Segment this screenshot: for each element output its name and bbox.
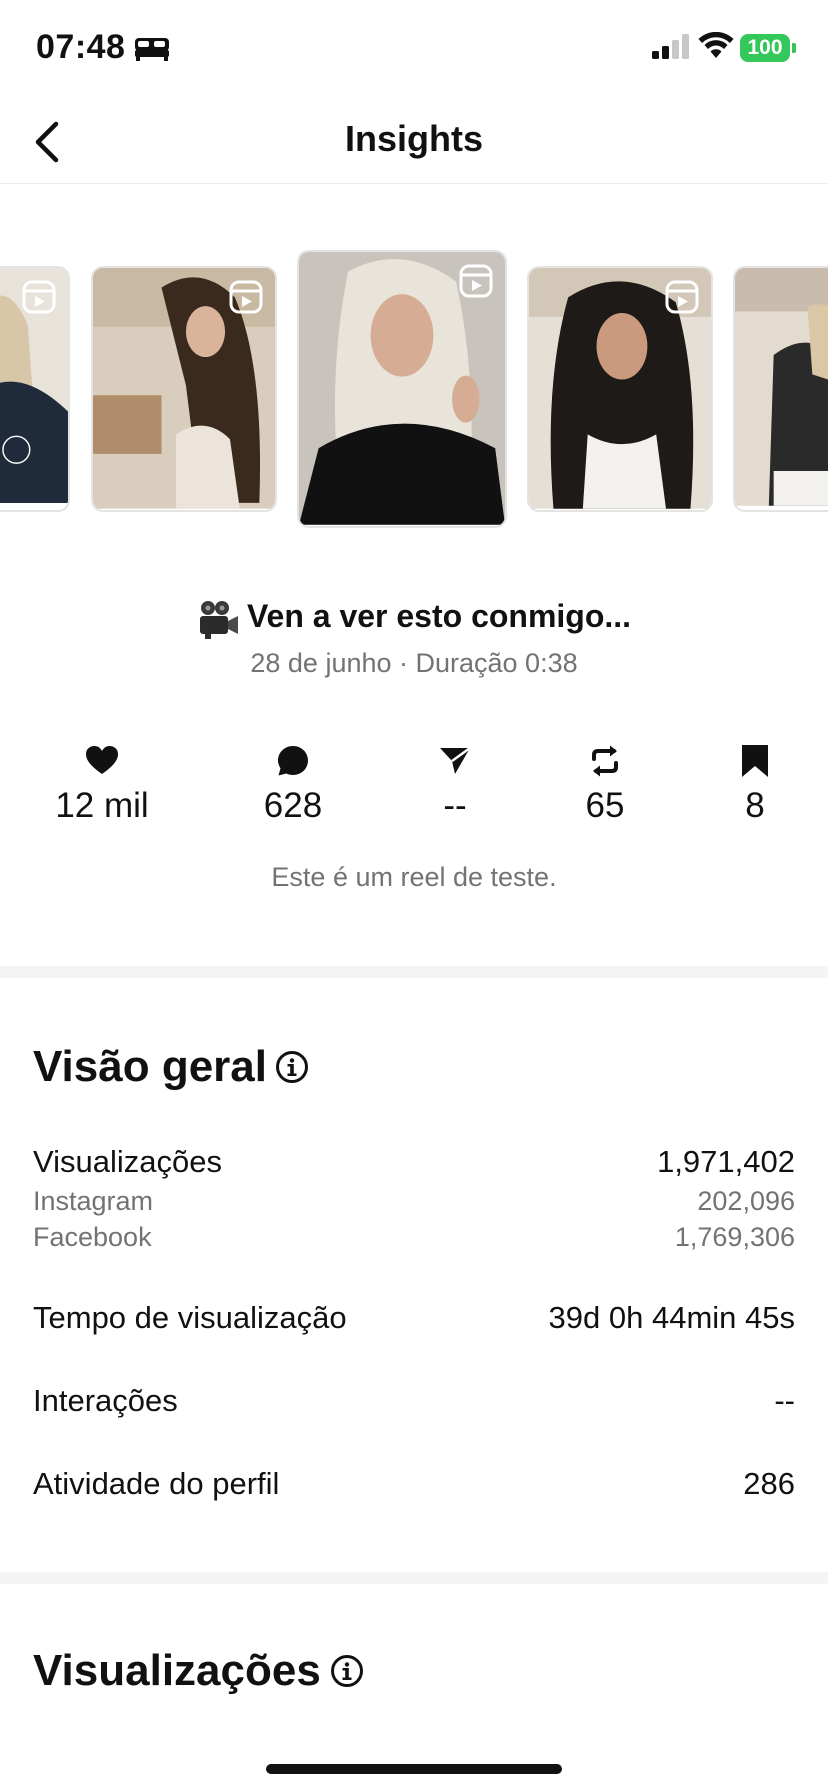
watch-time-value: 39d 0h 44min 45s bbox=[548, 1300, 795, 1335]
facebook-value: 1,769,306 bbox=[674, 1222, 795, 1252]
engagement-stats: 12 mil 628 -- 65 8 bbox=[0, 744, 828, 844]
reels-icon bbox=[229, 280, 263, 314]
reels-icon bbox=[22, 280, 56, 314]
battery-indicator: 100 bbox=[740, 34, 790, 62]
post-title-text: Ven a ver esto conmigo... bbox=[246, 598, 632, 634]
stat-likes: 12 mil bbox=[22, 744, 182, 826]
movie-camera-icon bbox=[199, 600, 238, 639]
reel-thumbnail[interactable] bbox=[733, 266, 828, 512]
instagram-label: Instagram bbox=[33, 1186, 154, 1216]
views-section-title: Visualizações bbox=[33, 1646, 321, 1695]
views-label: Visualizações bbox=[33, 1144, 222, 1179]
status-bar: 07:48 100 bbox=[0, 0, 828, 100]
cellular-signal-icon bbox=[652, 34, 689, 59]
instagram-value: 202,096 bbox=[697, 1186, 795, 1216]
bookmark-icon bbox=[742, 745, 768, 777]
section-divider bbox=[0, 966, 828, 978]
comments-count: 628 bbox=[263, 786, 323, 825]
heart-icon bbox=[86, 746, 118, 774]
info-icon[interactable] bbox=[275, 1050, 309, 1084]
stat-saves: 8 bbox=[675, 744, 828, 826]
saves-count: 8 bbox=[745, 786, 765, 825]
page-title: Insights bbox=[344, 118, 483, 159]
reposts-count: 65 bbox=[585, 786, 625, 825]
reel-thumbnail-selected[interactable] bbox=[297, 250, 507, 528]
profile-activity-value: 286 bbox=[743, 1466, 795, 1501]
reel-carousel[interactable] bbox=[0, 248, 828, 533]
interactions-label[interactable]: Interações bbox=[33, 1383, 178, 1419]
facebook-label: Facebook bbox=[33, 1222, 152, 1252]
stat-shares: -- bbox=[375, 744, 535, 826]
likes-count: 12 mil bbox=[55, 786, 149, 825]
section-divider bbox=[0, 1572, 828, 1584]
reels-icon bbox=[665, 280, 699, 314]
status-time: 07:48 bbox=[36, 28, 126, 66]
reels-icon bbox=[459, 264, 493, 298]
thumbnail-image bbox=[735, 268, 828, 506]
repost-icon bbox=[592, 745, 618, 777]
post-meta: 28 de junho · Duração 0:38 bbox=[250, 648, 578, 678]
shares-count: -- bbox=[443, 786, 467, 825]
watch-time-label: Tempo de visualização bbox=[33, 1300, 347, 1335]
navigation-bar: Insights bbox=[0, 100, 828, 184]
views-value: 1,971,402 bbox=[657, 1144, 795, 1179]
reel-thumbnail[interactable] bbox=[527, 266, 713, 512]
interactions-value: -- bbox=[774, 1383, 795, 1418]
stat-reposts: 65 bbox=[525, 744, 685, 826]
profile-activity-label[interactable]: Atividade do perfil bbox=[33, 1466, 279, 1502]
reel-thumbnail[interactable] bbox=[91, 266, 277, 512]
post-caption: Este é um reel de teste. bbox=[271, 862, 557, 892]
overview-title: Visão geral bbox=[33, 1042, 267, 1091]
comment-icon bbox=[278, 746, 308, 776]
home-indicator[interactable] bbox=[266, 1764, 562, 1774]
post-title: Ven a ver esto conmigo... bbox=[0, 598, 828, 639]
battery-tip bbox=[792, 43, 796, 53]
wifi-icon bbox=[698, 32, 734, 58]
send-icon bbox=[440, 746, 471, 774]
info-icon[interactable] bbox=[330, 1654, 364, 1688]
reel-thumbnail[interactable] bbox=[0, 266, 70, 512]
stat-comments: 628 bbox=[213, 744, 373, 826]
bed-icon bbox=[135, 38, 169, 61]
